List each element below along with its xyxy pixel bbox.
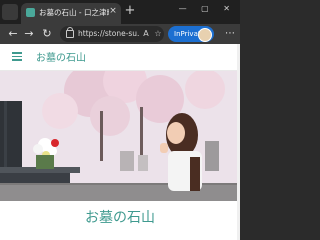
browser-tab[interactable]: お墓の石山 - 口之津町の墓石・石材 ×: [21, 3, 121, 24]
tab-strip: お墓の石山 - 口之津町の墓石・石材 × + — ▢ ✕: [0, 0, 240, 24]
new-tab-button[interactable]: +: [124, 4, 136, 17]
web-page: お墓の石山 お墓の石山: [0, 44, 240, 240]
site-logo[interactable]: お墓の石山: [36, 49, 86, 64]
tab-close-icon[interactable]: ×: [108, 6, 118, 16]
url-text[interactable]: https://stone-su...: [78, 29, 140, 38]
tab-title: お墓の石山 - 口之津町の墓石・石材: [39, 8, 109, 17]
profile-avatar: [198, 28, 212, 42]
hero-image: [0, 71, 240, 201]
scrollbar[interactable]: [237, 44, 240, 240]
forward-arrow-icon[interactable]: →: [22, 27, 36, 41]
hamburger-menu-icon[interactable]: [12, 52, 22, 61]
back-arrow-icon[interactable]: ←: [6, 27, 20, 41]
address-bar[interactable]: https://stone-su... A ☆: [60, 26, 164, 42]
reader-mode-icon[interactable]: A: [140, 28, 152, 40]
browser-window: お墓の石山 - 口之津町の墓石・石材 × + — ▢ ✕ ← → ↻ https…: [0, 0, 240, 240]
lock-icon: [66, 27, 74, 38]
favorite-star-icon[interactable]: ☆: [152, 28, 164, 40]
browser-toolbar: ← → ↻ https://stone-su... A ☆ InPrivate …: [0, 24, 240, 44]
page-title: お墓の石山: [85, 210, 155, 226]
more-menu-icon[interactable]: ⋯: [223, 27, 237, 41]
refresh-icon[interactable]: ↻: [40, 27, 54, 41]
window-controls[interactable]: — ▢ ✕: [179, 4, 236, 16]
tab-actions-icon[interactable]: [2, 4, 18, 20]
favicon-icon: [26, 8, 35, 17]
hero-illustration: [0, 71, 240, 201]
inprivate-button[interactable]: InPrivate: [168, 26, 214, 42]
site-header: お墓の石山: [0, 44, 240, 71]
